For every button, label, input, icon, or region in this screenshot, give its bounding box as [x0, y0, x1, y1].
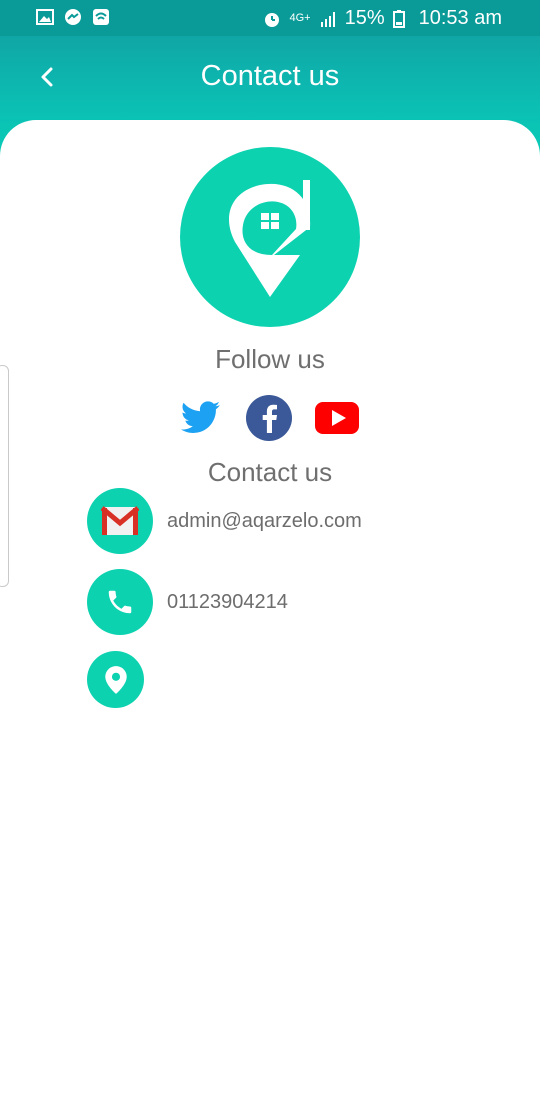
- email-text[interactable]: admin@aqarzelo.com: [167, 510, 362, 533]
- phone-icon: [108, 590, 132, 614]
- app-logo: [180, 147, 360, 327]
- alarm-icon: [263, 10, 281, 28]
- battery-icon: [392, 9, 411, 28]
- status-time: 10:53 am: [418, 7, 502, 29]
- follow-us-heading: Follow us: [215, 344, 325, 374]
- messenger-icon: [64, 8, 82, 26]
- social-links: [178, 395, 360, 441]
- youtube-link[interactable]: [314, 395, 360, 441]
- phone-row[interactable]: 01123904214: [87, 569, 288, 635]
- youtube-icon: [315, 402, 359, 434]
- facebook-link[interactable]: [246, 395, 292, 441]
- battery-percent: 15%: [344, 7, 385, 29]
- email-row[interactable]: admin@aqarzelo.com: [87, 488, 362, 554]
- location-row[interactable]: [87, 651, 158, 708]
- location-icon-badge[interactable]: [87, 651, 144, 708]
- status-bar: 4G+ 15% 10:53 am: [0, 0, 540, 36]
- facebook-icon: [246, 395, 292, 441]
- twitter-icon: [181, 401, 220, 433]
- wifi-calling-icon: [92, 8, 110, 26]
- phone-text[interactable]: 01123904214: [167, 591, 288, 614]
- phone-icon-badge[interactable]: [87, 569, 153, 635]
- email-icon-badge[interactable]: [87, 488, 153, 554]
- gallery-icon: [36, 8, 54, 26]
- page-title: Contact us: [200, 60, 340, 92]
- contact-us-heading: Contact us: [207, 457, 333, 487]
- twitter-link[interactable]: [178, 395, 224, 441]
- network-type: 4G+: [289, 12, 311, 24]
- signal-icon: [319, 10, 337, 28]
- gmail-icon: [101, 506, 139, 535]
- location-pin-icon: [104, 665, 127, 694]
